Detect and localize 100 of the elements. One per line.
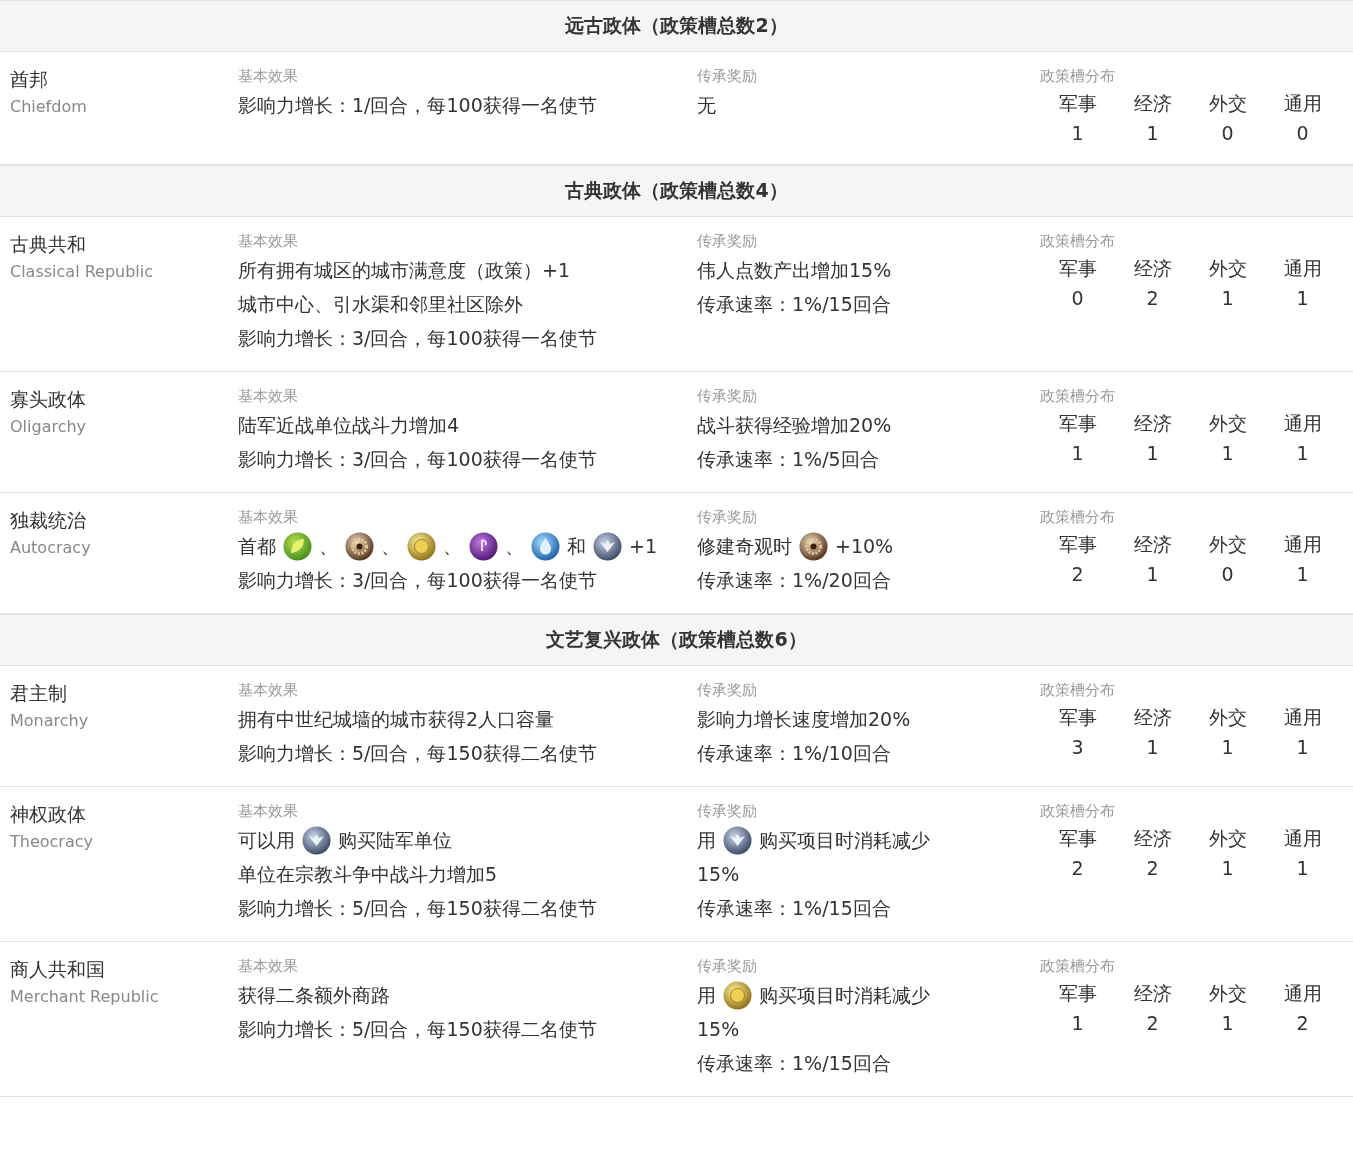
slot-value: 1 — [1071, 1011, 1084, 1036]
effect-text: 拥有中世纪城墙的城市获得2人口容量 — [238, 707, 555, 732]
section-header: 文艺复兴政体（政策槽总数6） — [0, 614, 1353, 666]
legacy-text: 传承速率：1%/5回合 — [697, 447, 879, 472]
column-label: 基本效果 — [238, 801, 298, 822]
slot-value: 0 — [1296, 121, 1309, 146]
legacy-text: 传承速率：1%/10回合 — [697, 741, 891, 766]
slot-label: 军事 — [1058, 411, 1097, 436]
slot-value: 2 — [1146, 1011, 1159, 1036]
legacy-text: 用 — [697, 828, 716, 853]
legacy-text: 15% — [697, 1017, 740, 1042]
slot-label: 通用 — [1283, 91, 1322, 116]
english-name: Theocracy — [10, 831, 94, 853]
legacy-text: 用 — [697, 983, 716, 1008]
effect-text: 影响力增长：3/回合，每100获得一名使节 — [238, 326, 597, 351]
slot-label: 通用 — [1283, 826, 1322, 851]
drop-icon — [531, 531, 560, 561]
column-label: 传承奖励 — [697, 801, 757, 822]
column-label: 基本效果 — [238, 231, 298, 252]
slot-label: 经济 — [1133, 705, 1172, 730]
slot-label: 经济 — [1133, 826, 1172, 851]
legacy-text: 传承速率：1%/20回合 — [697, 568, 891, 593]
slot-label: 军事 — [1058, 826, 1097, 851]
effect-text: +1 — [629, 534, 657, 559]
slot-label: 军事 — [1058, 705, 1097, 730]
effect-text: 、 — [319, 534, 338, 559]
slot-value: 1 — [1146, 562, 1159, 587]
slot-label: 外交 — [1208, 256, 1247, 281]
slot-label: 通用 — [1283, 981, 1322, 1006]
column-label: 基本效果 — [238, 956, 298, 977]
slot-label: 军事 — [1058, 91, 1097, 116]
english-name: Autocracy — [10, 537, 92, 559]
legacy-text: 传承速率：1%/15回合 — [697, 896, 891, 921]
column-label: 传承奖励 — [697, 956, 757, 977]
slot-value: 1 — [1296, 735, 1309, 760]
slot-label: 经济 — [1133, 411, 1172, 436]
column-label: 基本效果 — [238, 507, 298, 528]
column-label: 传承奖励 — [697, 507, 757, 528]
effect-text: 首都 — [238, 534, 276, 559]
legacy-text: 传承速率：1%/15回合 — [697, 292, 891, 317]
gear-icon — [799, 531, 828, 561]
effect-text: 可以用 — [238, 828, 295, 853]
slot-label: 经济 — [1133, 256, 1172, 281]
legacy-text: +10% — [835, 534, 894, 559]
government-name: 商人共和国 — [10, 957, 106, 982]
column-label: 传承奖励 — [697, 680, 757, 701]
slot-label: 通用 — [1283, 256, 1322, 281]
government-name: 古典共和 — [10, 232, 87, 257]
slot-value: 1 — [1221, 1011, 1234, 1036]
slot-label: 通用 — [1283, 411, 1322, 436]
column-label: 政策槽分布 — [1040, 66, 1115, 87]
effect-text: 、 — [505, 534, 524, 559]
slot-value: 1 — [1221, 856, 1234, 881]
column-label: 传承奖励 — [697, 231, 757, 252]
slot-label: 军事 — [1058, 981, 1097, 1006]
section-header: 远古政体（政策槽总数2） — [0, 0, 1353, 52]
slot-value: 1 — [1071, 121, 1084, 146]
slot-label: 外交 — [1208, 91, 1247, 116]
english-name: Merchant Republic — [10, 986, 160, 1008]
effect-text: 和 — [567, 534, 586, 559]
effect-text: 影响力增长：1/回合，每100获得一名使节 — [238, 93, 597, 118]
column-label: 政策槽分布 — [1040, 386, 1115, 407]
slot-value: 1 — [1146, 121, 1159, 146]
slot-label: 经济 — [1133, 91, 1172, 116]
slot-value: 0 — [1221, 121, 1234, 146]
slot-value: 2 — [1146, 286, 1159, 311]
effect-text: 影响力增长：3/回合，每100获得一名使节 — [238, 568, 597, 593]
slot-label: 经济 — [1133, 532, 1172, 557]
column-label: 政策槽分布 — [1040, 231, 1115, 252]
slot-label: 通用 — [1283, 705, 1322, 730]
slot-label: 军事 — [1058, 532, 1097, 557]
slot-value: 2 — [1071, 856, 1084, 881]
slot-value: 1 — [1221, 286, 1234, 311]
column-label: 政策槽分布 — [1040, 507, 1115, 528]
government-name: 寡头政体 — [10, 387, 87, 412]
slot-value: 1 — [1221, 441, 1234, 466]
english-name: Oligarchy — [10, 416, 88, 438]
effect-text: 获得二条额外商路 — [238, 983, 390, 1008]
english-name: Monarchy — [10, 710, 90, 732]
slot-label: 军事 — [1058, 256, 1097, 281]
legacy-text: 修建奇观时 — [697, 534, 792, 559]
legacy-text: 伟人点数产出增加15% — [697, 258, 892, 283]
column-label: 传承奖励 — [697, 66, 757, 87]
effect-text: 影响力增长：5/回合，每150获得二名使节 — [238, 741, 597, 766]
slot-label: 外交 — [1208, 411, 1247, 436]
legacy-text: 购买项目时消耗减少 — [759, 828, 930, 853]
coin-icon — [723, 980, 752, 1010]
slot-label: 外交 — [1208, 826, 1247, 851]
government-name: 酋邦 — [10, 67, 49, 92]
legacy-text: 购买项目时消耗减少 — [759, 983, 930, 1008]
legacy-text: 15% — [697, 862, 740, 887]
government-name: 神权政体 — [10, 802, 87, 827]
column-label: 政策槽分布 — [1040, 956, 1115, 977]
slot-value: 3 — [1071, 735, 1084, 760]
gear-icon — [345, 531, 374, 561]
slot-value: 0 — [1221, 562, 1234, 587]
column-label: 基本效果 — [238, 680, 298, 701]
column-label: 政策槽分布 — [1040, 801, 1115, 822]
slot-label: 通用 — [1283, 532, 1322, 557]
effect-text: 城市中心、引水渠和邻里社区除外 — [238, 292, 523, 317]
